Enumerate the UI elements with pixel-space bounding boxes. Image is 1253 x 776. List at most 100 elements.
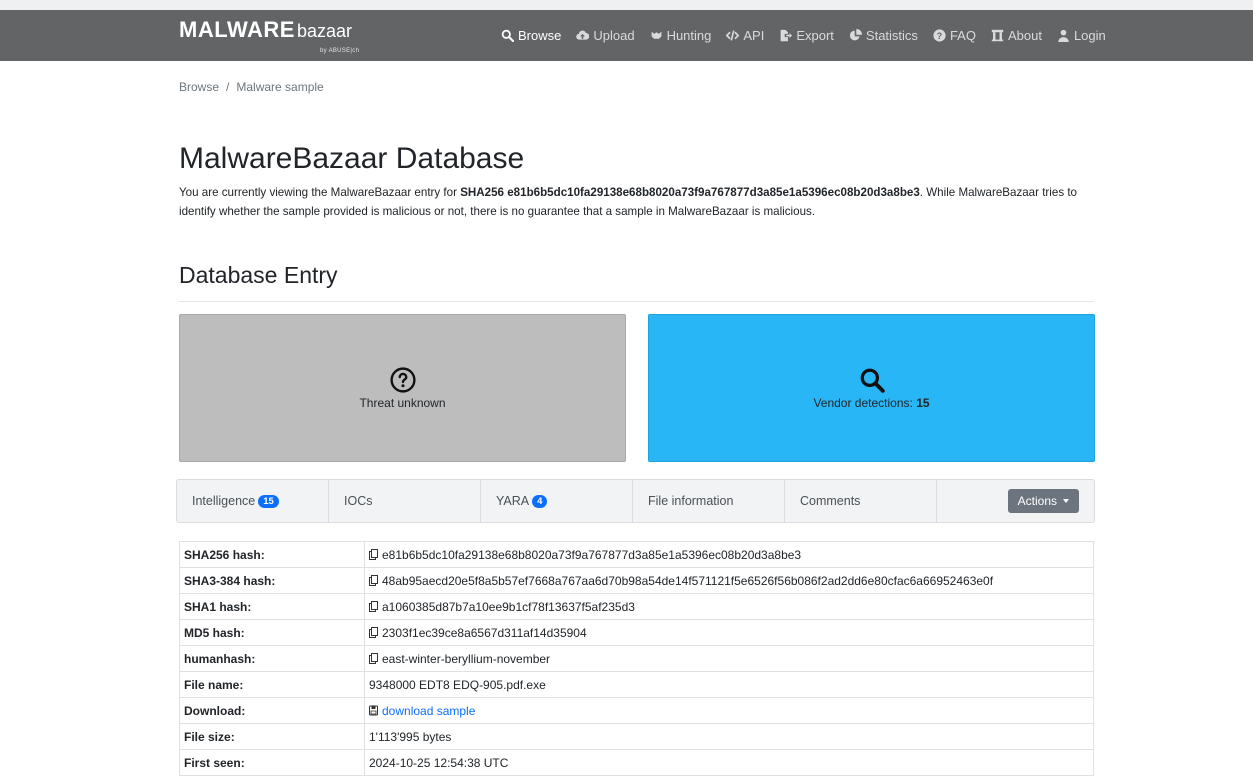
nav-export[interactable]: Export bbox=[779, 28, 834, 43]
vendor-detections-text: Vendor detections: bbox=[813, 395, 917, 410]
table-row: humanhash: east-winter-beryllium-novembe… bbox=[179, 645, 1094, 672]
vendor-detections-label: Vendor detections: 15 bbox=[813, 396, 929, 410]
nav-hunting-label: Hunting bbox=[666, 28, 712, 43]
table-row: MD5 hash: 2303f1ec39ce8a6567d311af14d359… bbox=[179, 619, 1094, 646]
row-value: east-winter-beryllium-november bbox=[364, 645, 1094, 672]
brand-sub: bazaar bbox=[296, 21, 352, 41]
search-icon bbox=[860, 368, 885, 393]
breadcrumb-current: Malware sample bbox=[236, 80, 324, 94]
svg-text:?: ? bbox=[937, 31, 942, 41]
row-key: SHA3-384 hash: bbox=[179, 567, 365, 594]
nav-login-label: Login bbox=[1073, 28, 1106, 43]
tab-yara[interactable]: YARA 4 bbox=[481, 480, 633, 522]
sha1-value: a1060385d87b7a10ee9b1cf78f13637f5af235d3 bbox=[382, 599, 635, 614]
cloud-upload-icon bbox=[576, 30, 590, 40]
nav-statistics-label: Statistics bbox=[865, 28, 918, 43]
table-row: File name: 9348000 EDT8 EDQ-905.pdf.exe bbox=[179, 671, 1094, 698]
nav-faq-label: FAQ bbox=[949, 28, 976, 43]
nav-upload[interactable]: Upload bbox=[576, 28, 635, 43]
table-row: SHA256 hash: e81b6b5dc10fa29138e68b8020a… bbox=[179, 541, 1094, 568]
intelligence-count-badge: 15 bbox=[258, 494, 279, 508]
file-name-value: 9348000 EDT8 EDQ-905.pdf.exe bbox=[364, 671, 1094, 698]
tab-intelligence-label: Intelligence bbox=[192, 494, 256, 508]
sha3-384-value: 48ab95aecd20e5f8a5b57ef7668a767aa6d70b98… bbox=[382, 573, 994, 588]
intro-text: You are currently viewing the MalwareBaz… bbox=[179, 183, 1094, 221]
tab-iocs[interactable]: IOCs bbox=[329, 480, 481, 522]
nav-api[interactable]: API bbox=[726, 28, 764, 43]
threat-label: Threat unknown bbox=[359, 395, 446, 410]
table-row: First seen: 2024-10-25 12:54:38 UTC bbox=[179, 749, 1094, 776]
row-value: a1060385d87b7a10ee9b1cf78f13637f5af235d3 bbox=[364, 593, 1094, 620]
nav-faq[interactable]: ? FAQ bbox=[933, 28, 976, 43]
humanhash-value: east-winter-beryllium-november bbox=[382, 651, 551, 666]
actions-label: Actions bbox=[1017, 494, 1057, 508]
pie-chart-icon bbox=[849, 29, 862, 41]
row-key: File size: bbox=[179, 723, 365, 750]
navbar: MALWARE bazaar by ABUSE|ch Browse Upload … bbox=[0, 10, 1253, 61]
tab-yara-label: YARA bbox=[496, 494, 530, 508]
sha256-value: e81b6b5dc10fa29138e68b8020a73f9a767877d3… bbox=[382, 547, 802, 562]
vendor-detections-count: 15 bbox=[916, 395, 930, 410]
nav-api-label: API bbox=[743, 28, 765, 43]
row-key: Download: bbox=[179, 697, 365, 724]
entry-tabs: Intelligence 15 IOCs YARA 4 File informa… bbox=[176, 479, 1095, 523]
nav-statistics[interactable]: Statistics bbox=[849, 28, 918, 43]
nav-upload-label: Upload bbox=[593, 28, 635, 43]
nav-hunting[interactable]: Hunting bbox=[650, 28, 712, 43]
section-title: Database Entry bbox=[179, 262, 338, 288]
breadcrumb: Browse / Malware sample bbox=[179, 80, 324, 94]
tab-actions-cell: Actions bbox=[937, 480, 1094, 522]
download-icon[interactable] bbox=[369, 705, 378, 716]
top-strip bbox=[0, 0, 1253, 10]
brand-logo[interactable]: MALWARE bazaar by ABUSE|ch bbox=[179, 17, 359, 54]
table-row: SHA3-384 hash: 48ab95aecd20e5f8a5b57ef76… bbox=[179, 567, 1094, 594]
row-key: SHA1 hash: bbox=[179, 593, 365, 620]
nav-about-label: About bbox=[1007, 28, 1042, 43]
brand-main: MALWARE bbox=[179, 17, 295, 42]
intro-hash: SHA256 e81b6b5dc10fa29138e68b8020a73f9a7… bbox=[460, 186, 920, 199]
file-details-table: SHA256 hash: e81b6b5dc10fa29138e68b8020a… bbox=[179, 541, 1094, 776]
copy-icon[interactable] bbox=[369, 574, 378, 586]
copy-icon[interactable] bbox=[369, 600, 378, 612]
tab-intelligence[interactable]: Intelligence 15 bbox=[177, 480, 329, 522]
row-key: First seen: bbox=[179, 749, 365, 776]
tab-comments[interactable]: Comments bbox=[785, 480, 937, 522]
tab-iocs-label: IOCs bbox=[344, 494, 373, 508]
breadcrumb-browse-link[interactable]: Browse bbox=[179, 80, 219, 94]
threat-card: Threat unknown bbox=[179, 314, 626, 462]
table-row: SHA1 hash: a1060385d87b7a10ee9b1cf78f136… bbox=[179, 593, 1094, 620]
download-sample-link[interactable]: download sample bbox=[382, 704, 475, 718]
tab-comments-label: Comments bbox=[800, 494, 861, 508]
user-icon bbox=[1058, 29, 1069, 42]
actions-button[interactable]: Actions bbox=[1007, 489, 1079, 513]
yara-count-badge: 4 bbox=[532, 494, 548, 508]
hunting-icon bbox=[651, 31, 661, 39]
copy-icon[interactable] bbox=[369, 652, 378, 664]
search-icon bbox=[501, 29, 514, 42]
copy-icon[interactable] bbox=[369, 548, 378, 560]
copy-icon[interactable] bbox=[369, 626, 378, 638]
section-divider bbox=[179, 301, 1094, 302]
table-row: File size: 1'113'995 bytes bbox=[179, 723, 1094, 750]
nav-login[interactable]: Login bbox=[1057, 28, 1106, 43]
nav-about[interactable]: About bbox=[991, 28, 1042, 43]
md5-value: 2303f1ec39ce8a6567d311af14d35904 bbox=[382, 625, 587, 640]
row-key: MD5 hash: bbox=[179, 619, 365, 646]
tab-file-information[interactable]: File information bbox=[633, 480, 785, 522]
nav-browse[interactable]: Browse bbox=[501, 28, 561, 43]
table-row: Download: download sample bbox=[179, 697, 1094, 724]
row-value: download sample bbox=[364, 697, 1094, 724]
page-title: MalwareBazaar Database bbox=[179, 142, 525, 175]
row-value: e81b6b5dc10fa29138e68b8020a73f9a767877d3… bbox=[364, 541, 1094, 568]
breadcrumb-separator: / bbox=[226, 80, 230, 94]
code-icon bbox=[726, 30, 740, 41]
nav-menu: Browse Upload Hunting API Export Statist… bbox=[501, 10, 1121, 61]
row-key: humanhash: bbox=[179, 645, 365, 672]
question-circle-icon: ? bbox=[933, 29, 946, 42]
first-seen-value: 2024-10-25 12:54:38 UTC bbox=[364, 749, 1094, 776]
brand-by: by ABUSE|ch bbox=[320, 48, 360, 54]
file-size-value: 1'113'995 bytes bbox=[364, 723, 1094, 750]
vendor-detections-card: Vendor detections: 15 bbox=[648, 314, 1095, 462]
tab-file-information-label: File information bbox=[648, 494, 734, 508]
row-value: 48ab95aecd20e5f8a5b57ef7668a767aa6d70b98… bbox=[364, 567, 1094, 594]
